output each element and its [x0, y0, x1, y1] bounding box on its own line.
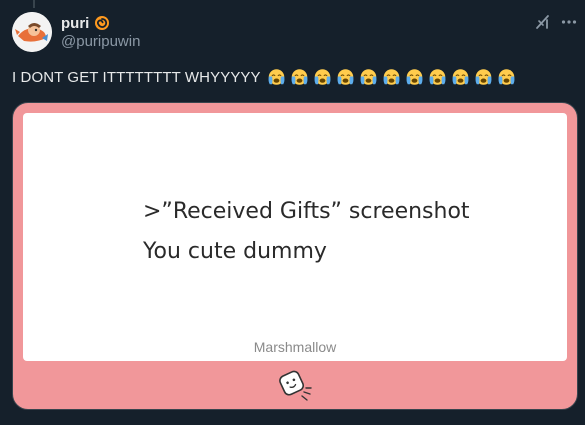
orange-spiral-badge-icon: [94, 15, 110, 31]
tweet-body-text: I DONT GET ITTTTTTTT WHYYYYY: [12, 68, 261, 86]
media-card[interactable]: >”Received Gifts” screenshot You cute du…: [12, 102, 578, 410]
loudly-crying-face-icon: [288, 68, 311, 86]
thread-connector-line: [33, 0, 35, 8]
loudly-crying-face-icon: [449, 68, 472, 86]
grok-icon[interactable]: [534, 13, 552, 31]
marshmallow-message-card: >”Received Gifts” screenshot You cute du…: [23, 113, 567, 361]
tweet-text: I DONT GET ITTTTTTTT WHYYYYY: [12, 68, 518, 86]
author-handle[interactable]: @puripuwin: [61, 33, 140, 50]
loudly-crying-face-icon: [357, 68, 380, 86]
loudly-crying-face-icon: [495, 68, 518, 86]
avatar-cartoon-icon: [12, 12, 52, 52]
loudly-crying-face-icon: [472, 68, 495, 86]
loudly-crying-face-icon: [426, 68, 449, 86]
more-options-icon[interactable]: [560, 13, 578, 31]
author-info: puri @puripuwin: [61, 14, 140, 51]
message-line-2: You cute dummy: [143, 239, 327, 264]
avatar[interactable]: [12, 12, 52, 52]
emoji-row: [265, 68, 518, 86]
message-line-1: >”Received Gifts” screenshot: [143, 199, 470, 224]
loudly-crying-face-icon: [334, 68, 357, 86]
loudly-crying-face-icon: [403, 68, 426, 86]
loudly-crying-face-icon: [265, 68, 288, 86]
marshmallow-mascot-icon: [274, 364, 314, 404]
author-display-name[interactable]: puri: [61, 15, 89, 32]
loudly-crying-face-icon: [311, 68, 334, 86]
brand-label: Marshmallow: [253, 339, 337, 355]
loudly-crying-face-icon: [380, 68, 403, 86]
